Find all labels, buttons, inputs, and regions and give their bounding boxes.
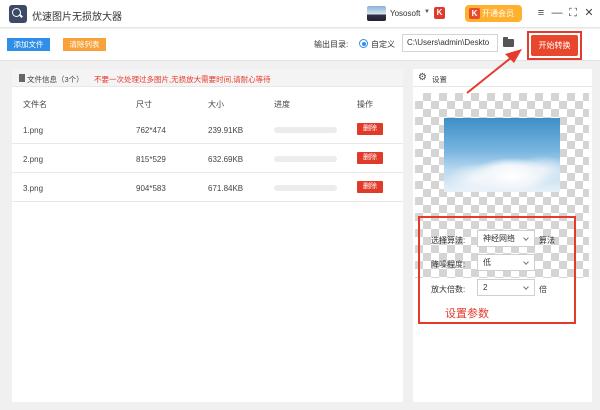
table-row: 3.png 904*583 671.84KB 删除: [12, 173, 403, 202]
file-dimensions: 762*474: [136, 126, 166, 135]
scale-value: 2: [483, 283, 488, 292]
column-header-action: 操作: [357, 100, 373, 109]
algorithm-value: 神经网络: [483, 234, 515, 243]
column-header-progress: 进度: [274, 100, 290, 109]
params-caption: 设置参数: [445, 308, 489, 320]
title-bar: 优速图片无损放大器 Yososoft ▼ K K 开通会员 ≡ — ⛶ ✕: [0, 0, 600, 28]
start-convert-button[interactable]: 开始转换: [531, 35, 578, 56]
menu-icon[interactable]: ≡: [533, 5, 549, 21]
app-logo: [9, 5, 27, 23]
chevron-down-icon: [523, 284, 529, 290]
progress-bar: [274, 156, 337, 162]
maximize-icon[interactable]: ⛶: [565, 5, 581, 21]
clear-list-button[interactable]: 清除列表: [63, 38, 106, 51]
file-warning: 不要一次处理过多图片,无损放大需要时间,请耐心等待: [94, 75, 271, 84]
folder-icon[interactable]: [503, 37, 514, 47]
algorithm-suffix: 算法: [539, 236, 555, 245]
column-header-name: 文件名: [23, 100, 47, 109]
document-icon: [19, 74, 25, 82]
file-dimensions: 815*529: [136, 155, 166, 164]
file-name: 1.png: [23, 126, 44, 135]
file-size: 239.91KB: [208, 126, 244, 135]
denoise-label: 降噪程度:: [431, 260, 466, 269]
delete-button[interactable]: 删除: [357, 181, 383, 193]
minimize-icon[interactable]: —: [549, 5, 565, 21]
user-name[interactable]: Yososoft: [390, 9, 420, 18]
settings-title: 设置: [432, 75, 447, 84]
chevron-down-icon: [523, 259, 529, 265]
file-info-label: 文件信息（3个）: [27, 75, 84, 84]
chevron-down-icon[interactable]: ▼: [424, 9, 430, 15]
file-name: 3.png: [23, 184, 44, 193]
progress-bar: [274, 185, 337, 191]
preview-image: [444, 118, 560, 192]
vip-icon: K: [469, 8, 480, 19]
close-icon[interactable]: ✕: [581, 5, 597, 21]
vip-button-label: 开通会员: [482, 9, 514, 18]
file-dimensions: 904*583: [136, 184, 166, 193]
output-path-input[interactable]: C:\Users\admin\Deskto: [402, 34, 498, 52]
delete-button[interactable]: 删除: [357, 152, 383, 164]
vip-button[interactable]: K 开通会员: [465, 5, 522, 22]
column-header-size: 大小: [208, 100, 224, 109]
custom-radio[interactable]: [359, 39, 368, 48]
chevron-down-icon: [523, 235, 529, 241]
gear-icon: ⚙: [418, 72, 427, 83]
file-info-header: 文件信息（3个） 不要一次处理过多图片,无损放大需要时间,请耐心等待: [12, 69, 403, 87]
file-size: 632.69KB: [208, 155, 244, 164]
table-row: 1.png 762*474 239.91KB 删除: [12, 115, 403, 144]
file-panel: 文件信息（3个） 不要一次处理过多图片,无损放大需要时间,请耐心等待 文件名 尺…: [12, 69, 403, 402]
add-file-button[interactable]: 添加文件: [7, 38, 50, 51]
avatar[interactable]: [367, 6, 386, 21]
file-name: 2.png: [23, 155, 44, 164]
progress-bar: [274, 127, 337, 133]
algorithm-select[interactable]: 神经网络: [477, 230, 535, 247]
toolbar: 添加文件 清除列表 输出目录: 自定义 C:\Users\admin\Deskt…: [0, 29, 600, 61]
denoise-value: 低: [483, 258, 491, 267]
delete-button[interactable]: 删除: [357, 123, 383, 135]
algorithm-label: 选择算法:: [431, 236, 466, 245]
scale-suffix: 倍: [539, 285, 547, 294]
output-dir-label: 输出目录:: [314, 40, 349, 49]
settings-header: ⚙ 设置: [413, 69, 592, 87]
denoise-select[interactable]: 低: [477, 254, 535, 271]
column-header-dimensions: 尺寸: [136, 100, 152, 109]
app-title: 优速图片无损放大器: [32, 12, 122, 23]
table-row: 2.png 815*529 632.69KB 删除: [12, 144, 403, 173]
k-badge-icon: K: [434, 7, 445, 19]
file-size: 671.84KB: [208, 184, 244, 193]
scale-label: 放大倍数:: [431, 285, 466, 294]
scale-select[interactable]: 2: [477, 279, 535, 296]
custom-radio-label[interactable]: 自定义: [371, 39, 395, 50]
